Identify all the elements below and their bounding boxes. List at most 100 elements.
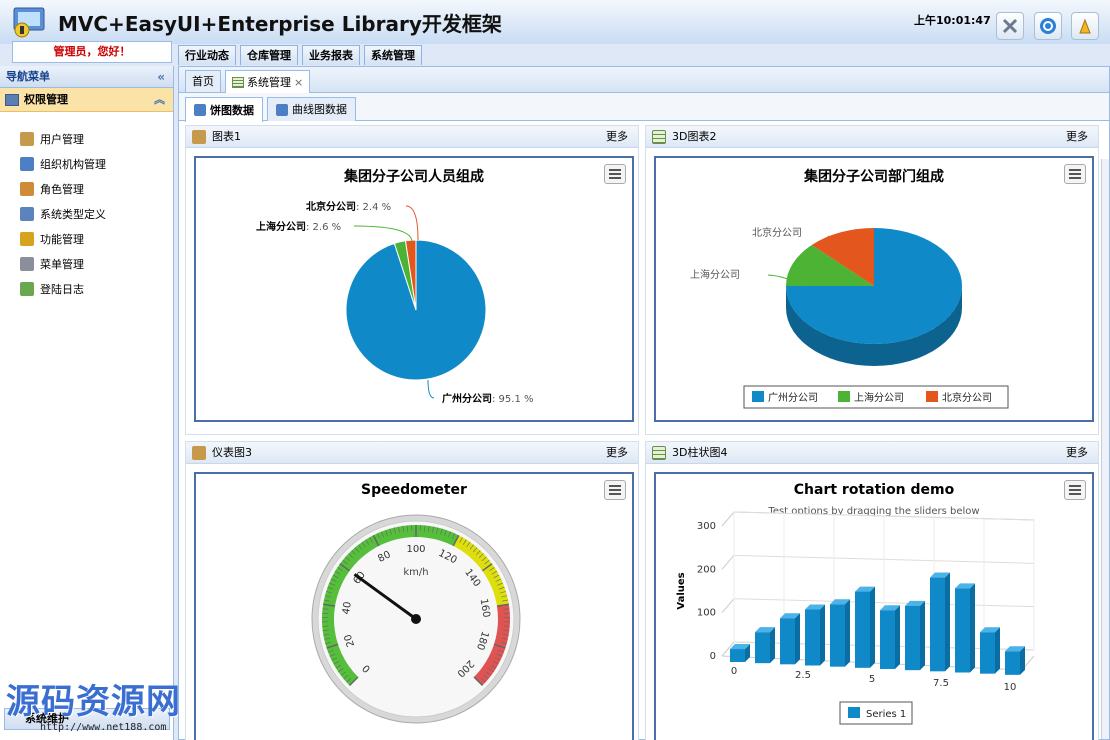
bar-side — [895, 605, 900, 669]
x-tick-label: 5 — [869, 674, 875, 685]
module-tab[interactable]: 业务报表 — [302, 45, 360, 65]
legend-swatch — [838, 391, 850, 402]
chart-sub-tabs: 饼图数据 曲线图数据 — [179, 93, 1109, 122]
gauge-tick-label: 40 — [341, 601, 354, 615]
sidebar-item[interactable]: 登陆日志 — [0, 276, 173, 301]
sidebar-item[interactable]: 系统类型定义 — [0, 201, 173, 226]
bar-side — [1020, 646, 1025, 675]
logout-button[interactable] — [1071, 12, 1099, 40]
menu-icon — [20, 256, 34, 271]
bar-side — [870, 586, 875, 668]
tab-home[interactable]: 首页 — [185, 70, 221, 92]
watermark-url: http://www.net188.com — [40, 722, 167, 733]
chart-container: 集团分子公司人员组成 广州分公司: 95.1 % 上海分公司: 2.6 % 北京分公… — [194, 156, 634, 422]
tools-button[interactable] — [996, 12, 1024, 40]
vertical-scrollbar[interactable] — [1101, 159, 1109, 739]
panel-title: 图表1 — [212, 130, 241, 143]
bar-3d-chart: 0 100 200 300 Values 0 2.5 5 7.5 10 Series 1 — [676, 511, 1035, 725]
bar-side — [995, 627, 1000, 674]
panel-chart-3: 仪表图3 更多 Speedometer 02040608010012014016… — [185, 441, 639, 740]
chevron-up-icon[interactable]: ︽ — [154, 88, 165, 112]
bar — [755, 632, 770, 664]
nav-group-permissions[interactable]: 权限管理 ︽ — [0, 88, 173, 112]
chart-container: Speedometer 020406080100120140160180200k… — [194, 472, 634, 740]
bar — [730, 649, 745, 662]
sidebar-title: 导航菜单 — [6, 70, 50, 83]
bar — [805, 609, 820, 666]
logout-icon — [1079, 18, 1091, 34]
more-link[interactable]: 更多 — [606, 126, 628, 148]
tab-label: 首页 — [192, 75, 214, 88]
legend-label: 上海分公司 — [854, 391, 904, 404]
y-tick-label: 100 — [697, 608, 716, 619]
collapse-sidebar-icon[interactable]: « — [157, 66, 165, 88]
type-icon — [20, 206, 34, 221]
bar-side — [820, 604, 825, 666]
clock: 上午10:01:47 — [914, 14, 991, 27]
sidebar-item[interactable]: 角色管理 — [0, 176, 173, 201]
bar — [955, 588, 970, 673]
bar-side — [795, 613, 800, 665]
y-tick-label: 300 — [697, 521, 716, 532]
more-link[interactable]: 更多 — [1066, 442, 1088, 464]
x-tick-label: 0 — [731, 666, 737, 677]
more-link[interactable]: 更多 — [606, 442, 628, 464]
slice-label: 北京分公司 — [752, 226, 802, 239]
panel-title: 仪表图3 — [212, 446, 252, 459]
panel-title: 3D柱状图4 — [672, 446, 728, 459]
sidebar-header: 导航菜单 « — [0, 66, 173, 88]
bar — [1005, 651, 1020, 675]
panel-title-bar: 3D柱状图4 更多 — [646, 442, 1098, 464]
bar — [880, 610, 895, 669]
sidebar-item[interactable]: 功能管理 — [0, 226, 173, 251]
user-icon — [20, 131, 34, 146]
panel-title-bar: 图表1 更多 — [186, 126, 638, 148]
watermark: 源码资源网 — [6, 682, 181, 722]
pie-3d-chart: 北京分公司上海分公司广州分公司 上海分公司 北京分公司 — [690, 226, 1009, 409]
legend-swatch — [926, 391, 938, 402]
key-icon — [20, 231, 34, 246]
log-icon — [20, 281, 34, 296]
legend-label: Series 1 — [866, 709, 906, 720]
grid-line — [721, 555, 735, 570]
module-tab[interactable]: 系统管理 — [364, 45, 422, 65]
nav-group-label: 权限管理 — [24, 93, 68, 106]
app-title: MVC+EasyUI+Enterprise Library开发框架 — [58, 12, 502, 36]
y-tick-label: 200 — [697, 564, 716, 575]
close-icon[interactable]: × — [294, 72, 303, 93]
tab-system-management[interactable]: 系统管理 × — [225, 70, 311, 93]
bar-side — [770, 627, 775, 664]
panel-chart-4: 3D柱状图4 更多 Chart rotation demo Test optio… — [645, 441, 1099, 740]
gauge-tick-label: 100 — [406, 544, 425, 555]
role-icon — [20, 181, 34, 196]
gauge-unit: km/h — [403, 567, 428, 578]
user-icon — [192, 130, 206, 144]
app-header: MVC+EasyUI+Enterprise Library开发框架 上午10:0… — [0, 0, 1110, 44]
tab-pie-data[interactable]: 饼图数据 — [185, 97, 263, 122]
x-tick-label: 2.5 — [795, 670, 811, 681]
module-tab[interactable]: 行业动态 — [178, 45, 236, 65]
sidebar-item[interactable]: 组织机构管理 — [0, 151, 173, 176]
sidebar-item-label: 菜单管理 — [40, 257, 84, 271]
tab-label: 饼图数据 — [210, 103, 254, 117]
app-logo-icon — [13, 7, 45, 38]
x-tick-label: 10 — [1004, 682, 1017, 693]
bar — [855, 591, 870, 668]
module-tab[interactable]: 仓库管理 — [240, 45, 298, 65]
sidebar-item[interactable]: 菜单管理 — [0, 251, 173, 276]
sidebar-item-label: 登陆日志 — [40, 282, 84, 296]
user-icon — [192, 446, 206, 460]
grid-icon — [652, 130, 666, 144]
slice-label: 北京分公司: 2.4 % — [306, 200, 391, 213]
sidebar-item-label: 功能管理 — [40, 232, 84, 246]
bar — [905, 605, 920, 671]
sidebar-item[interactable]: 用户管理 — [0, 126, 173, 151]
tab-line-data[interactable]: 曲线图数据 — [267, 97, 356, 121]
more-link[interactable]: 更多 — [1066, 126, 1088, 148]
panel-chart-2: 3D图表2 更多 集团分子公司部门组成 北京分公司 上海分公司 广州分公司 上海分公司… — [645, 125, 1099, 435]
help-icon — [1040, 18, 1056, 34]
grid-icon — [232, 76, 244, 88]
content-area: 首页 系统管理 × 饼图数据 曲线图数据 图表1 更多 集团分子公司人员组成 广… — [178, 66, 1110, 740]
legend-label: 北京分公司 — [942, 391, 992, 404]
help-button[interactable] — [1034, 12, 1062, 40]
